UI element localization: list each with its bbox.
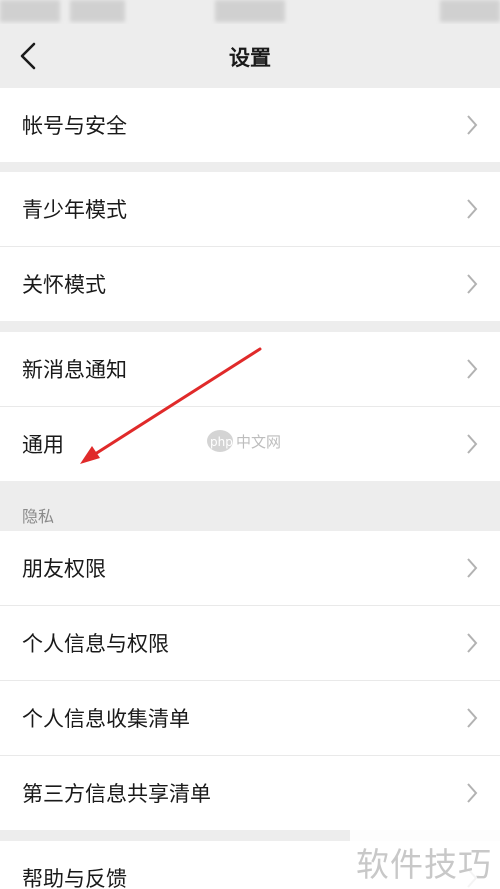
settings-item-label: 个人信息与权限 xyxy=(22,632,169,656)
chevron-right-icon xyxy=(467,633,478,653)
svg-text:php: php xyxy=(210,435,233,449)
chevron-right-icon xyxy=(467,708,478,728)
settings-item-label: 朋友权限 xyxy=(22,557,106,581)
chevron-right-icon xyxy=(467,434,478,454)
settings-item-label: 关怀模式 xyxy=(22,273,106,297)
settings-group-notifications: 新消息通知 通用 xyxy=(0,332,500,481)
settings-item-label: 新消息通知 xyxy=(22,358,127,382)
settings-group-account: 帐号与安全 xyxy=(0,88,500,162)
settings-item-label: 通用 xyxy=(22,433,64,457)
status-blur-right xyxy=(440,0,500,22)
settings-item-new-message-notification[interactable]: 新消息通知 xyxy=(0,332,500,407)
settings-item-third-party-sharing-list[interactable]: 第三方信息共享清单 xyxy=(0,756,500,830)
settings-item-label: 帐号与安全 xyxy=(22,114,127,138)
status-blur-left xyxy=(0,0,60,22)
settings-group-privacy: 朋友权限 个人信息与权限 个人信息收集清单 第三方信息共享清单 xyxy=(0,531,500,830)
corner-watermark: 软件技巧 xyxy=(350,828,500,889)
settings-item-label: 青少年模式 xyxy=(22,198,127,222)
settings-item-teen-mode[interactable]: 青少年模式 xyxy=(0,172,500,247)
status-blur-left-2 xyxy=(70,0,125,22)
status-blur-center xyxy=(215,0,285,22)
navigation-bar: 设置 xyxy=(0,24,500,88)
chevron-right-icon xyxy=(467,274,478,294)
section-header-privacy: 隐私 xyxy=(22,507,55,526)
php-watermark-logo: php 中文网 xyxy=(207,430,281,452)
chevron-right-icon xyxy=(467,359,478,379)
settings-group-modes: 青少年模式 关怀模式 xyxy=(0,172,500,321)
corner-watermark-text: 软件技巧 xyxy=(356,845,492,884)
settings-item-label: 个人信息收集清单 xyxy=(22,707,190,731)
watermark-center-text: 中文网 xyxy=(236,433,281,451)
chevron-right-icon xyxy=(467,115,478,135)
settings-item-friend-permissions[interactable]: 朋友权限 xyxy=(0,531,500,606)
settings-item-label: 帮助与反馈 xyxy=(22,867,127,889)
status-bar xyxy=(0,0,500,24)
settings-item-label: 第三方信息共享清单 xyxy=(22,782,211,806)
settings-item-account-security[interactable]: 帐号与安全 xyxy=(0,88,500,162)
settings-item-personal-info-permissions[interactable]: 个人信息与权限 xyxy=(0,606,500,681)
chevron-right-icon xyxy=(467,558,478,578)
settings-item-care-mode[interactable]: 关怀模式 xyxy=(0,247,500,321)
chevron-right-icon xyxy=(467,783,478,803)
settings-item-personal-info-collection-list[interactable]: 个人信息收集清单 xyxy=(0,681,500,756)
page-title: 设置 xyxy=(229,46,271,70)
chevron-right-icon xyxy=(467,199,478,219)
